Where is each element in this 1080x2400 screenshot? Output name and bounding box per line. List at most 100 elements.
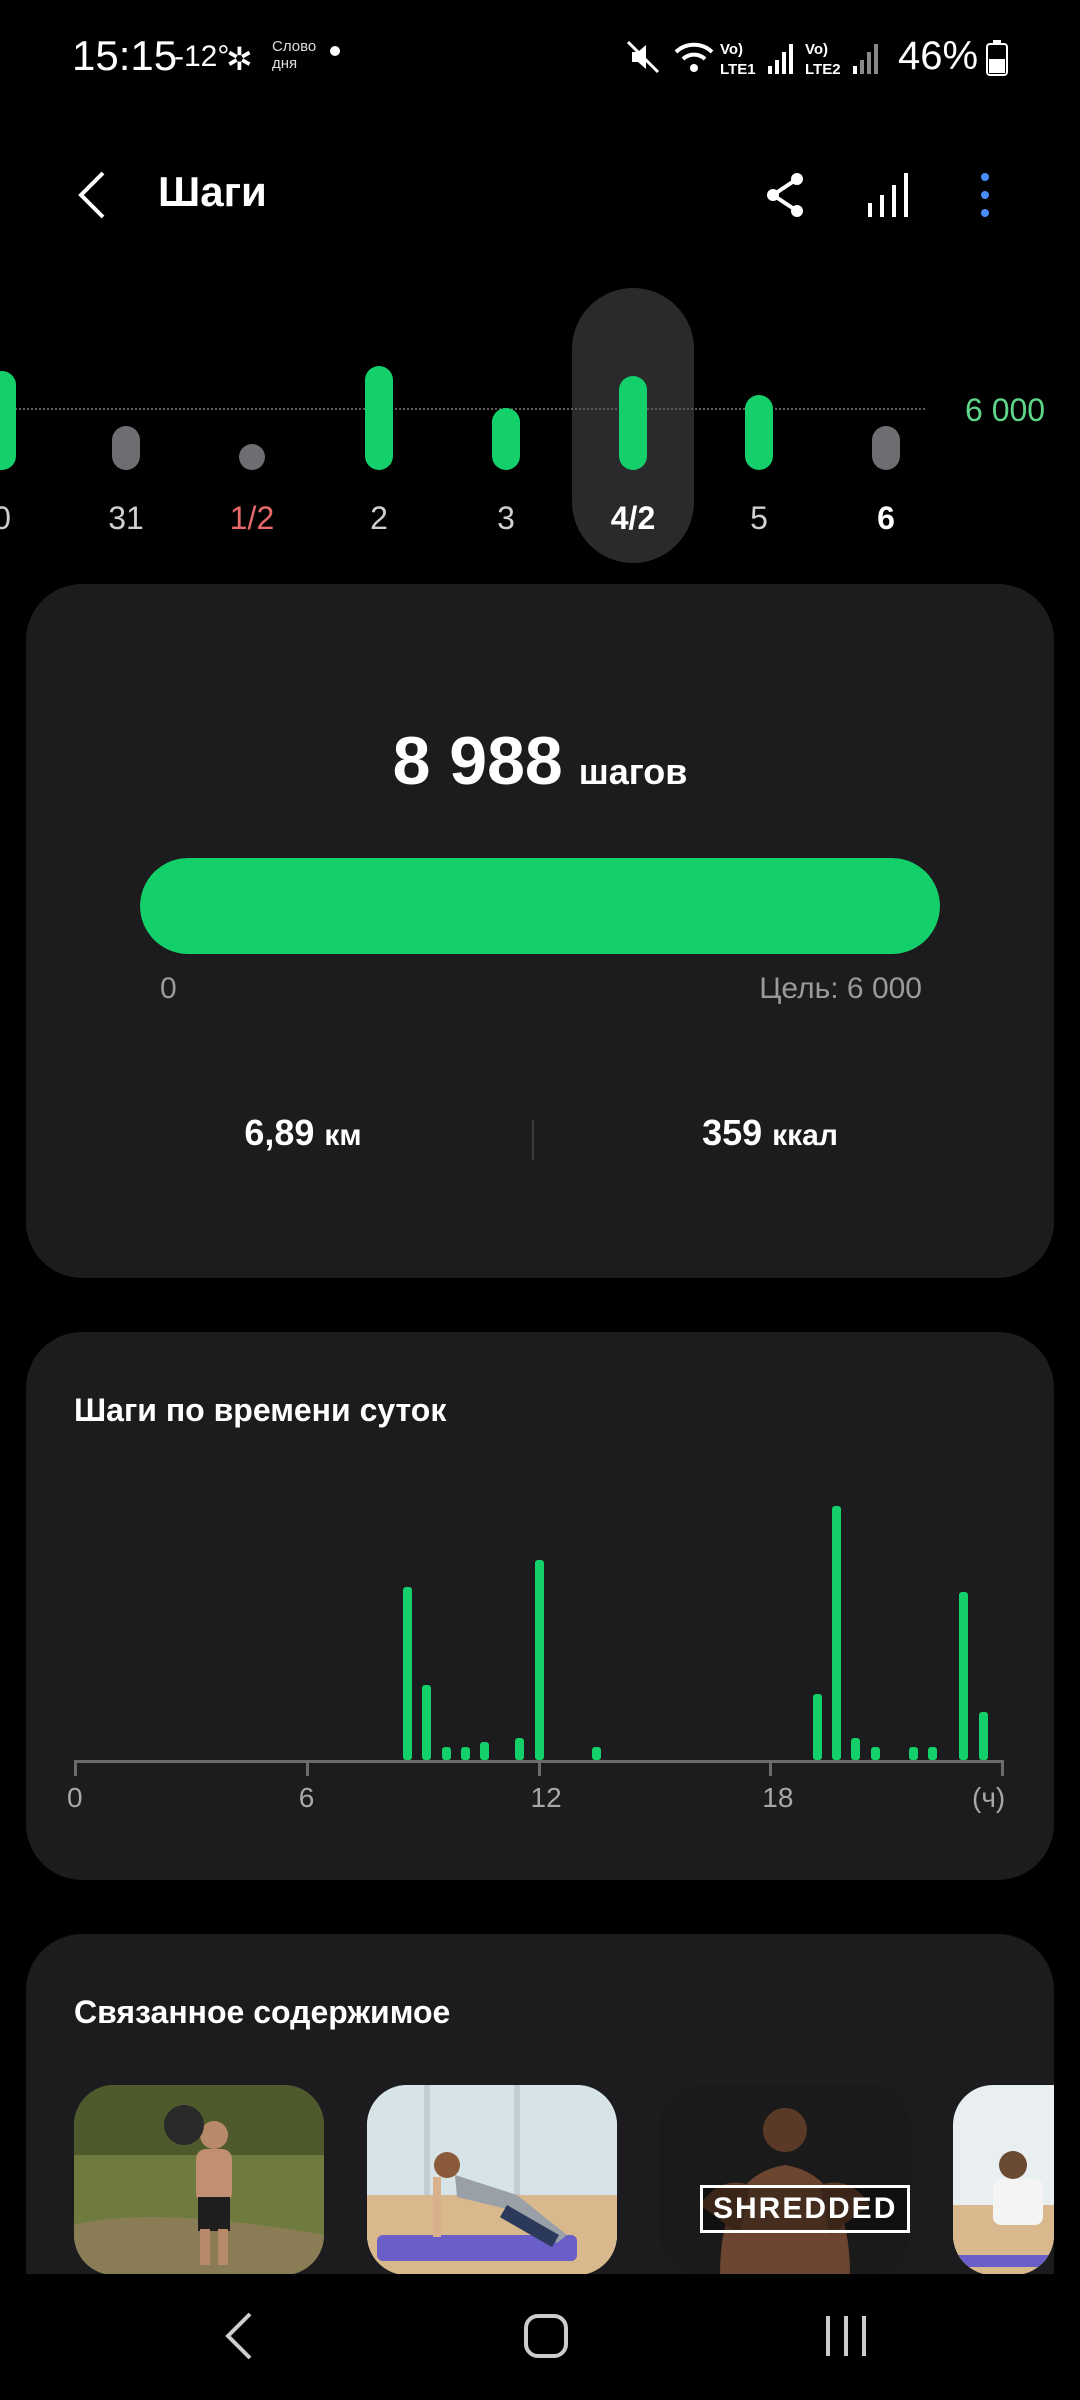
nav-back-button[interactable] [210,2300,270,2377]
distance-unit: км [324,1119,362,1152]
related-item-mat-workout[interactable] [367,2085,617,2275]
day-steps-bar [619,376,647,470]
hourly-bar [534,1560,544,1760]
shredded-badge: SHREDDED [700,2185,910,2233]
day-steps-bar [0,371,16,470]
hourly-bar [851,1737,861,1760]
page-title: Шаги [158,168,267,215]
steps-unit: шагов [578,751,688,792]
hourly-bar [909,1747,919,1760]
hourly-bar [461,1747,471,1760]
hourly-bar [928,1747,938,1760]
nav-recents-button[interactable] [810,2300,882,2377]
back-button[interactable] [58,160,128,230]
axis-tick-label: 6 [298,1782,315,1813]
hourly-bar [422,1684,432,1760]
goal-line-label: 6 000 [965,392,1046,428]
steps-progress-bar [140,858,940,954]
axis-tick [1001,1760,1004,1776]
day-label: 4/2 [610,500,656,536]
related-item-partial[interactable] [953,2085,1054,2275]
steps-total: 8 988 шагов [0,722,1080,800]
nav-recents-icon [826,2316,866,2356]
progress-min-label: 0 [160,972,177,1005]
notification-dot-icon [330,46,340,56]
wifi-icon [674,42,714,72]
shredded-program-photo [660,2085,910,2275]
battery-percent: 46% [898,34,979,78]
status-temperature: -12° [174,40,230,73]
hourly-bar [515,1737,525,1760]
nav-home-button[interactable] [510,2300,582,2377]
nav-back-icon [225,2312,252,2360]
day-label: 1/2 [229,500,275,536]
steps-value: 8 988 [392,723,563,799]
hourly-bar [870,1747,880,1760]
hourly-bar [480,1742,490,1760]
distance-value: 6,89 [244,1112,315,1153]
word-of-day-widget: Слово дня [272,38,317,72]
calories-value: 359 [702,1112,763,1153]
steps-progress-fill [140,858,940,954]
day-label: 31 [108,500,144,536]
workout-photo-mat [367,2085,617,2275]
day-label: 0 [0,500,11,536]
more-vertical-icon [981,173,989,217]
hourly-bar [403,1587,413,1760]
related-item-shredded[interactable]: SHREDDED [660,2085,910,2275]
day-steps-bar [745,395,773,470]
distance-stat: 6,89 км [103,1112,503,1154]
hourly-bar [441,1747,451,1760]
status-bar: 15:15 -12° ✲ Слово дня Vo) LTE1 Vo) LTE2… [0,0,1080,120]
day-steps-bar [365,366,393,470]
axis-tick-label: 0 [67,1782,83,1813]
svg-text:LTE2: LTE2 [805,61,841,78]
related-item-outdoor-workout[interactable] [74,2085,324,2275]
axis-tick [537,1760,541,1776]
signal-sim2-icon: Vo) LTE2 [805,41,878,78]
svg-text:Vo): Vo) [805,41,828,58]
bar-chart-icon [868,173,908,217]
axis-tick [74,1760,77,1776]
svg-text:Vo): Vo) [720,41,743,58]
hourly-bar [831,1505,841,1760]
hourly-card-title: Шаги по времени суток [74,1392,447,1428]
axis-tick [769,1760,773,1776]
workout-photo-partial [953,2085,1054,2275]
axis-tick-label: 12 [530,1782,562,1813]
day-label: 2 [370,500,388,536]
snow-icon: ✲ [226,41,253,77]
day-steps-bar [872,426,900,470]
progress-goal-label: Цель: 6 000 [759,972,922,1005]
day-steps-bar [239,444,265,470]
stat-divider [532,1120,534,1160]
share-icon [767,173,803,217]
goal-line [0,408,925,410]
day-label: 5 [750,500,768,536]
chevron-left-icon [78,171,105,219]
related-card-title: Связанное содержимое [74,1994,451,2030]
day-label: 6 [877,500,895,536]
calories-stat: 359 ккал [570,1112,970,1154]
hourly-bar [978,1712,988,1760]
calories-unit: ккал [772,1119,838,1152]
mute-icon [626,40,660,74]
hourly-bar [812,1694,822,1760]
axis-tick-label: (ч) [972,1782,1006,1813]
share-button[interactable] [750,160,820,230]
axis-tick-label: 18 [762,1782,794,1813]
workout-photo-outdoor [74,2085,324,2275]
hourly-bar [592,1747,602,1760]
day-label: 3 [497,500,515,536]
stats-button[interactable] [855,160,925,230]
signal-sim1-icon: Vo) LTE1 [720,41,793,78]
day-steps-bar [112,426,140,470]
hourly-bar [959,1592,969,1760]
axis-tick [305,1760,309,1776]
battery-icon [986,40,1008,76]
more-options-button[interactable] [950,160,1020,230]
nav-home-icon [524,2314,568,2358]
svg-text:LTE1: LTE1 [720,61,756,78]
status-time: 15:15 [72,32,178,79]
day-steps-bar [492,407,520,470]
